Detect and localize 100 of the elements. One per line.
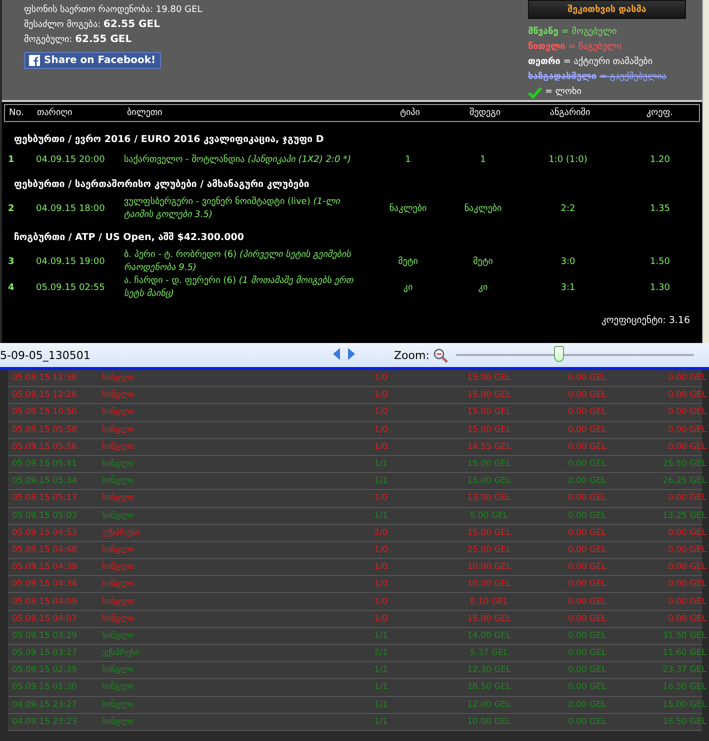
table-cell-text: 3 xyxy=(7,257,16,267)
table-cell-text: 0.00 GEL xyxy=(567,630,608,641)
table-cell-text: ექსპრესი xyxy=(101,528,140,538)
table-cell-text: 0.00 GEL xyxy=(567,459,608,470)
column-header: ტიპი xyxy=(399,108,421,118)
table-cell-text: 05.09.15 05:41 xyxy=(11,459,78,470)
table-cell-text: სინგლი xyxy=(101,614,135,624)
table-cell-text: 0.00 GEL xyxy=(567,614,608,624)
table-cell-text: სინგლი xyxy=(101,510,135,521)
table-cell-text: 0.00 GEL xyxy=(667,442,708,452)
table-cell-text: 0.00 GEL xyxy=(667,407,708,418)
table-cell-text: სინგლი xyxy=(101,459,135,470)
table-cell-text: 05.09.15 04:53 xyxy=(11,528,78,538)
table-cell-text: სინგლი xyxy=(101,700,135,710)
share-button[interactable]: Share on Facebook! xyxy=(24,52,161,69)
table-cell-text: სინგლი xyxy=(101,407,135,418)
table-cell-text: სინგლი xyxy=(101,630,135,641)
table-cell-text: 5.37 GEL xyxy=(468,648,510,658)
table-cell-text: 10.00 GEL xyxy=(466,562,512,572)
table-cell-text: 0.00 GEL xyxy=(667,528,708,538)
table-cell-text: 1/0 xyxy=(373,442,389,452)
table-cell-text: 0.00 GEL xyxy=(567,390,608,400)
table-cell-text: 1/0 xyxy=(373,373,389,384)
table-cell-text: 05.09.15 04:07 xyxy=(11,614,78,624)
table-cell-text: 0.00 GEL xyxy=(567,510,608,521)
facebook-icon xyxy=(29,55,40,66)
table-cell-text: 1/1 xyxy=(373,716,389,727)
table-cell-text: 10.00 GEL xyxy=(466,716,512,727)
table-cell-text: 05.09.15 04:48 xyxy=(11,544,78,555)
table-cell-text: 1/0 xyxy=(373,407,389,418)
table-cell-text: 2 xyxy=(7,204,16,214)
table-cell-text: 15.00 GEL xyxy=(466,373,512,384)
table-cell-text: 12.30 GEL xyxy=(466,665,512,676)
table-cell-text: სინგლი xyxy=(101,390,135,400)
table-cell-text: 05.09.15 05:03 xyxy=(11,510,78,521)
slider-thumb[interactable] xyxy=(554,346,564,362)
table-cell-text: 2/1 xyxy=(373,648,389,658)
summary-line: ფსონის საერთო რაოდენობა: 19.80 GEL xyxy=(24,4,202,17)
table-cell-text: 05.09.15 05:58 xyxy=(11,424,78,435)
table-cell-text: 05.09.15 03:27 xyxy=(11,648,78,658)
table-cell-text: 05.09.15 05:13 xyxy=(11,493,78,504)
table-cell-text: 1/0 xyxy=(373,579,389,590)
table-cell-text: 0.00 GEL xyxy=(567,528,608,538)
table-cell-text: კი xyxy=(402,283,414,293)
table-cell-text: 0.00 GEL xyxy=(567,476,608,486)
table-cell-text: 1/1 xyxy=(373,630,389,641)
table-cell-text: 15.00 GEL xyxy=(466,390,512,400)
table-cell-text: 16.50 GEL xyxy=(662,682,708,692)
table-cell-text: 0.00 GEL xyxy=(567,424,608,435)
table-cell-text: 0.00 GEL xyxy=(667,493,708,504)
table-cell-text: 0.00 GEL xyxy=(667,614,708,624)
column-header: No. xyxy=(8,108,25,118)
table-cell-text: 15.00 GEL xyxy=(466,459,512,470)
table-cell-text: 0.00 GEL xyxy=(667,579,708,590)
table-cell-text: სინგლი xyxy=(101,682,135,692)
check-icon xyxy=(528,86,542,98)
table-cell-text: 15.00 GEL xyxy=(466,407,512,418)
table-cell-text: 15.00 GEL xyxy=(662,700,708,710)
legend-key: თეთრი xyxy=(528,55,560,70)
table-cell-text: 2:2 xyxy=(560,204,576,214)
table-cell-text: 26.25 GEL xyxy=(662,476,708,486)
table-cell-text: სინგლი xyxy=(101,716,135,727)
table-cell-text: 14.55 GEL xyxy=(466,442,512,452)
table-cell-text: 05.09.15 05:56 xyxy=(11,442,78,452)
table-cell-text: 1/1 xyxy=(373,700,389,710)
table-cell-text: სინგლი xyxy=(101,579,135,590)
group-title: ფეხბურთი / ევრო 2016 / EURO 2016 კვალიფიკაცია, ჯგუფი D xyxy=(13,133,325,147)
table-cell-text: 1/0 xyxy=(373,614,389,624)
table-cell-text: 1/0 xyxy=(373,424,389,435)
legend-text: = მოგებული xyxy=(561,26,617,39)
table-cell-text: 05.09.15 04:39 xyxy=(11,562,78,572)
table-cell-text: 23.37 GEL xyxy=(662,665,708,676)
table-cell-text: სინგლი xyxy=(101,562,135,572)
table-cell-text: 0.00 GEL xyxy=(667,596,708,607)
legend-key: ხაზგადასმული xyxy=(528,70,596,85)
table-cell-text: 25.00 GEL xyxy=(466,544,512,555)
table-cell-text: 1/1 xyxy=(373,510,389,521)
column-header: ბილეთი xyxy=(126,108,164,118)
table-cell-text: 1.50 xyxy=(648,257,670,267)
table-cell-text: 05.09.15 05:34 xyxy=(11,476,78,486)
table-cell-text: 05.09.15 02:39 xyxy=(11,665,78,676)
table-cell-text: 04.09.15 20:00 xyxy=(35,155,106,165)
table-cell-text: 0.00 GEL xyxy=(567,442,608,452)
table-cell-text: 1/1 xyxy=(373,682,389,692)
zoom-label: Zoom: xyxy=(394,348,430,362)
table-cell-text: 0.00 GEL xyxy=(567,373,608,384)
ask-question-button[interactable]: შეკითხვის დასმა xyxy=(528,0,686,19)
table-cell-text: 1.35 xyxy=(648,204,670,214)
table-cell-text: 0.00 GEL xyxy=(667,562,708,572)
table-cell-text: 0.00 GEL xyxy=(567,700,608,710)
legend-key: წითელი xyxy=(528,40,566,55)
table-cell-text: 15.00 GEL xyxy=(466,476,512,486)
table-cell-text: 11.60 GEL xyxy=(662,648,708,658)
total-odds: კოეფიციენტი: 3.16 xyxy=(600,314,691,326)
table-cell-text: 15.00 GEL xyxy=(466,528,512,538)
table-cell-text: კი xyxy=(477,283,489,293)
table-cell-text: 04.09.15 19:00 xyxy=(35,257,106,267)
table-cell-text: 25.50 GEL xyxy=(662,459,708,470)
zoom-out-icon[interactable] xyxy=(433,348,448,362)
table-cell-text: 0.00 GEL xyxy=(567,493,608,504)
